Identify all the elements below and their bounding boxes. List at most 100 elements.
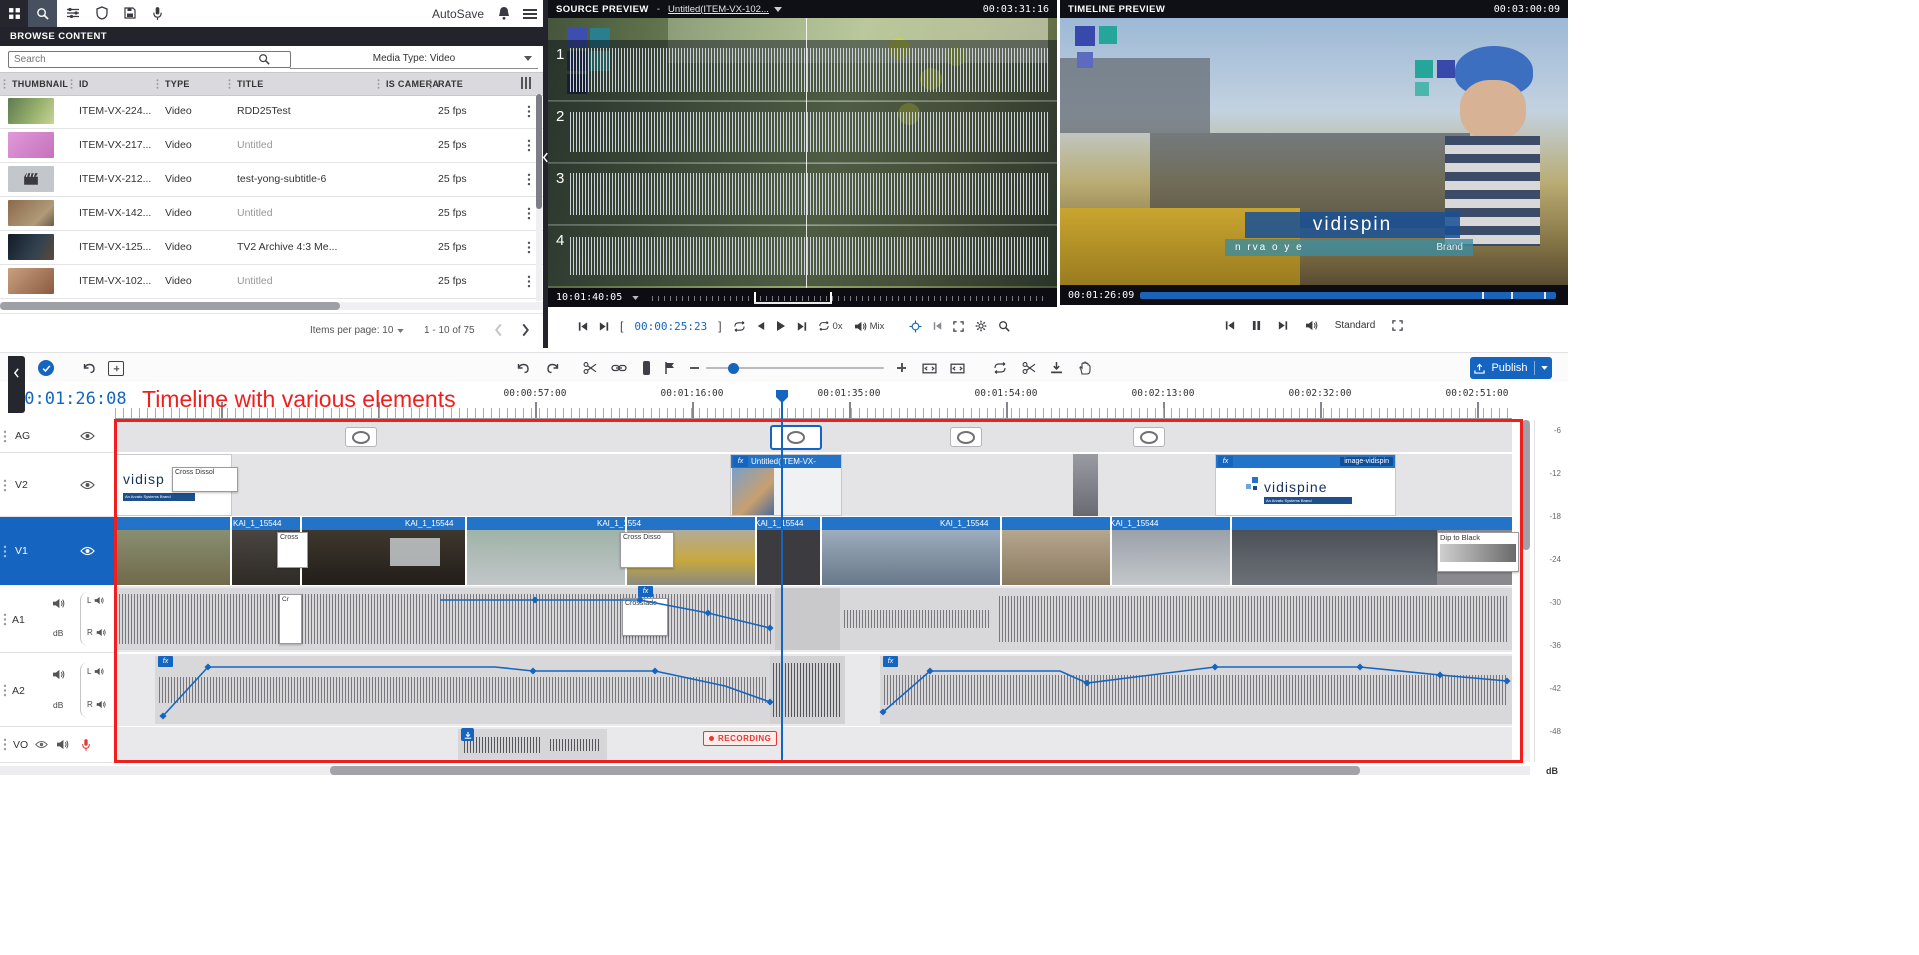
col-title[interactable]: TITLE xyxy=(237,79,264,89)
transition-dip-to-black[interactable]: Dip to Black xyxy=(1437,532,1519,572)
pause-button[interactable] xyxy=(1252,320,1261,331)
speed-control[interactable]: 0x xyxy=(818,321,843,332)
locate-crosshair-icon[interactable] xyxy=(909,320,922,333)
timeline-collapse-tab[interactable] xyxy=(8,356,25,413)
mic-icon[interactable] xyxy=(152,6,163,21)
transition-cross[interactable]: Cross xyxy=(277,532,308,568)
col-rate[interactable]: RATE xyxy=(438,79,463,89)
go-to-playhead-icon[interactable] xyxy=(933,321,942,331)
preview-scrubber[interactable]: 00:01:26:09 xyxy=(1060,285,1568,305)
track-header-a2[interactable]: A2 dB L R xyxy=(0,654,115,727)
drag-handle-icon[interactable] xyxy=(3,738,7,751)
table-row[interactable]: ITEM-VX-125... Video TV2 Archive 4:3 Me.… xyxy=(0,230,543,265)
column-settings-icon[interactable] xyxy=(521,77,531,89)
speaker-icon[interactable] xyxy=(52,598,65,609)
zoom-icon[interactable] xyxy=(998,320,1010,332)
shield-icon[interactable] xyxy=(96,6,108,20)
lane-ag[interactable] xyxy=(115,420,1512,452)
speaker-icon[interactable] xyxy=(94,596,104,605)
speaker-icon[interactable] xyxy=(96,628,106,637)
search-tool-button[interactable] xyxy=(28,0,57,27)
db-toggle[interactable]: dB xyxy=(53,700,63,710)
speaker-icon[interactable] xyxy=(96,700,106,709)
audio-mix-control[interactable]: Mix xyxy=(854,321,885,332)
approve-check-icon[interactable] xyxy=(38,360,54,376)
loop-icon[interactable] xyxy=(733,321,746,332)
eye-icon[interactable] xyxy=(35,740,48,749)
transition-cross-dissolve[interactable]: Cross Dissol xyxy=(172,467,238,492)
volume-icon[interactable] xyxy=(1305,320,1318,331)
fx-badge[interactable]: fx xyxy=(733,456,748,467)
col-thumbnail[interactable]: THUMBNAIL xyxy=(12,79,68,89)
eye-icon[interactable] xyxy=(80,431,95,441)
timeline-v-scrollbar[interactable] xyxy=(1522,420,1530,762)
speaker-icon[interactable] xyxy=(56,739,69,750)
extract-icon[interactable] xyxy=(1022,361,1036,375)
track-header-v1-selected[interactable]: V1 xyxy=(0,517,115,585)
in-point-timecode[interactable]: 00:00:25:23 xyxy=(634,320,707,333)
speaker-icon[interactable] xyxy=(94,667,104,676)
drag-handle-icon[interactable] xyxy=(3,479,7,492)
zoom-slider[interactable] xyxy=(706,367,884,369)
fit-timeline-icon[interactable] xyxy=(922,363,937,374)
clip-small-video[interactable] xyxy=(1073,454,1098,516)
track-header-v2[interactable]: V2 xyxy=(0,454,115,517)
drag-handle-icon[interactable] xyxy=(3,613,7,626)
link-icon[interactable] xyxy=(611,364,627,372)
eye-icon[interactable] xyxy=(80,480,95,490)
transition-cross-dissolve[interactable]: Cross Disso xyxy=(620,532,674,568)
source-scrubber[interactable]: 10:01:40:05 xyxy=(548,288,1057,307)
step-forward-button[interactable] xyxy=(797,321,807,332)
table-h-scrollbar[interactable] xyxy=(0,302,543,310)
skip-forward-button[interactable] xyxy=(1278,320,1288,331)
table-row[interactable]: ITEM-VX-212... Video test-yong-subtitle-… xyxy=(0,162,543,197)
ag-marker[interactable] xyxy=(345,427,377,447)
timeline-h-scrollbar[interactable] xyxy=(0,766,1530,775)
source-video[interactable]: 1 2 3 4 xyxy=(548,18,1057,288)
table-row[interactable]: ITEM-VX-224... Video RDD25Test 25 fps xyxy=(0,94,543,129)
zoom-out-icon[interactable] xyxy=(690,367,699,369)
chevron-down-icon[interactable] xyxy=(774,7,782,12)
publish-button[interactable]: Publish xyxy=(1470,357,1552,379)
prev-page-button[interactable] xyxy=(494,323,503,337)
loop-playback-icon[interactable] xyxy=(993,362,1007,374)
quality-select[interactable]: Standard xyxy=(1335,320,1376,331)
row-menu-button[interactable] xyxy=(527,241,531,254)
drag-handle-icon[interactable] xyxy=(3,684,7,697)
undo-icon[interactable] xyxy=(516,362,530,374)
ag-marker-selected[interactable] xyxy=(770,425,822,450)
record-mic-icon[interactable] xyxy=(81,738,91,752)
hamburger-menu-icon[interactable] xyxy=(523,7,537,21)
jump-to-in-button[interactable] xyxy=(578,321,588,332)
track-header-vo[interactable]: VO xyxy=(0,727,115,763)
zoom-slider-knob[interactable] xyxy=(728,363,739,374)
save-icon[interactable] xyxy=(124,7,136,19)
settings-gear-icon[interactable] xyxy=(975,320,987,332)
jump-to-out-button[interactable] xyxy=(599,321,609,332)
row-menu-button[interactable] xyxy=(527,139,531,152)
col-type[interactable]: TYPE xyxy=(165,79,190,89)
notifications-bell-icon[interactable] xyxy=(497,6,511,20)
expand-tracks-icon[interactable] xyxy=(950,363,965,374)
track-header-a1[interactable]: A1 dB L R xyxy=(0,586,115,653)
filters-icon[interactable] xyxy=(66,7,80,19)
drag-handle-icon[interactable] xyxy=(3,545,7,558)
fullscreen-icon[interactable] xyxy=(953,321,964,332)
timeline-ruler[interactable]: 00:00:57:00 00:01:16:00 00:01:35:00 00:0… xyxy=(115,388,1520,420)
in-bracket[interactable]: [ xyxy=(620,319,623,333)
eye-icon[interactable] xyxy=(80,546,95,556)
table-row[interactable]: ITEM-VX-142... Video Untitled 25 fps xyxy=(0,196,543,231)
chevron-down-icon[interactable] xyxy=(632,296,639,300)
row-menu-button[interactable] xyxy=(527,275,531,288)
lane-a2[interactable]: fx fx xyxy=(115,654,1512,726)
source-playhead[interactable] xyxy=(806,18,807,288)
a1-volume-envelope[interactable] xyxy=(115,586,1512,652)
fullscreen-icon[interactable] xyxy=(1392,320,1403,331)
table-row[interactable]: ITEM-VX-217... Video Untitled 25 fps xyxy=(0,128,543,163)
ag-marker[interactable] xyxy=(950,427,982,447)
db-toggle[interactable]: dB xyxy=(53,628,63,638)
a2-volume-envelope[interactable] xyxy=(115,654,1512,726)
cut-icon[interactable] xyxy=(583,361,597,375)
lane-v2[interactable]: vidisp An Arvato Systems Brand Cross Dis… xyxy=(115,454,1512,516)
items-per-page[interactable]: Items per page: 10 xyxy=(310,325,404,336)
